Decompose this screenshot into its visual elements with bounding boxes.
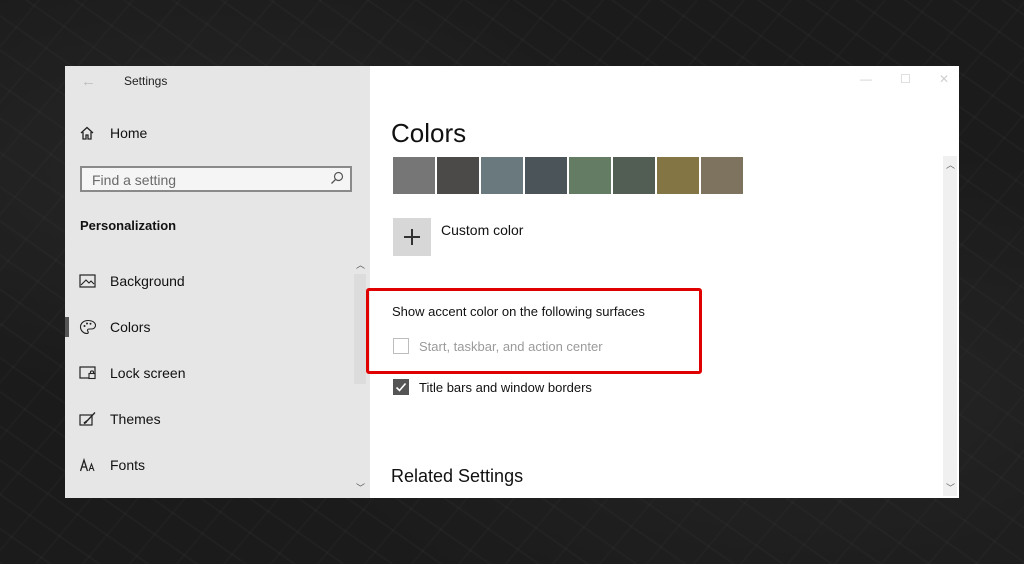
lock-screen-icon <box>79 366 96 380</box>
checkbox-label: Title bars and window borders <box>419 379 592 395</box>
color-swatch[interactable] <box>525 157 567 194</box>
sidebar-item-label: Fonts <box>110 457 146 473</box>
sidebar-item-background[interactable]: Background <box>65 266 355 296</box>
related-settings-heading: Related Settings <box>391 466 524 486</box>
sidebar-item-label: Background <box>110 273 185 289</box>
image-icon <box>79 274 96 288</box>
close-icon[interactable]: ✕ <box>939 72 949 86</box>
selected-indicator <box>65 317 69 337</box>
sidebar-item-fonts[interactable]: Fonts <box>65 450 355 480</box>
search-box[interactable] <box>80 166 352 192</box>
sidebar-item-label: Colors <box>110 319 151 335</box>
scroll-thumb[interactable] <box>354 274 366 384</box>
section-heading: Personalization <box>80 218 177 233</box>
window-controls: — ☐ ✕ <box>860 72 949 86</box>
color-swatch[interactable] <box>481 157 523 194</box>
font-icon <box>79 457 95 472</box>
custom-color-button[interactable]: Custom color <box>393 218 523 256</box>
search-input[interactable] <box>90 168 324 192</box>
search-icon[interactable] <box>330 171 344 185</box>
main-scrollbar[interactable]: ︿ ﹀ <box>943 156 957 496</box>
color-swatch[interactable] <box>613 157 655 194</box>
settings-window: ← Settings Home Personalization Backgrou… <box>65 66 959 498</box>
color-swatch[interactable] <box>657 157 699 194</box>
sidebar-scrollbar[interactable]: ︿ ﹀ <box>354 256 366 496</box>
sidebar-item-colors[interactable]: Colors <box>65 312 355 342</box>
scroll-up-icon[interactable]: ︿ <box>356 258 365 271</box>
window-title: Settings <box>124 74 168 88</box>
sidebar-item-label: Themes <box>110 411 161 427</box>
custom-color-label: Custom color <box>441 222 524 238</box>
checkbox-checked[interactable] <box>393 379 409 395</box>
checkbox-title-bars[interactable]: Title bars and window borders <box>393 379 592 395</box>
minimize-icon[interactable]: — <box>860 72 872 86</box>
plus-icon <box>393 218 431 256</box>
color-swatch[interactable] <box>701 157 743 194</box>
brush-icon <box>79 412 96 426</box>
color-swatch[interactable] <box>393 157 435 194</box>
palette-icon <box>79 319 97 335</box>
checkmark-icon <box>395 382 407 392</box>
color-swatch[interactable] <box>437 157 479 194</box>
scroll-down-icon[interactable]: ﹀ <box>946 481 955 494</box>
color-swatches <box>393 157 743 194</box>
scroll-up-icon[interactable]: ︿ <box>946 158 955 171</box>
sidebar-item-label: Lock screen <box>110 365 186 381</box>
red-highlight-box <box>366 288 702 374</box>
page-title: Colors <box>391 118 467 148</box>
sidebar-item-lock-screen[interactable]: Lock screen <box>65 358 355 388</box>
maximize-icon[interactable]: ☐ <box>900 72 911 86</box>
back-arrow-icon[interactable]: ← <box>81 73 96 90</box>
sidebar-item-themes[interactable]: Themes <box>65 404 355 434</box>
home-icon <box>80 126 94 140</box>
nav-home[interactable]: Home <box>79 125 147 141</box>
nav-home-label: Home <box>110 125 148 141</box>
scroll-down-icon[interactable]: ﹀ <box>356 481 365 494</box>
color-swatch[interactable] <box>569 157 611 194</box>
sidebar: ← Settings Home Personalization Backgrou… <box>65 66 370 498</box>
